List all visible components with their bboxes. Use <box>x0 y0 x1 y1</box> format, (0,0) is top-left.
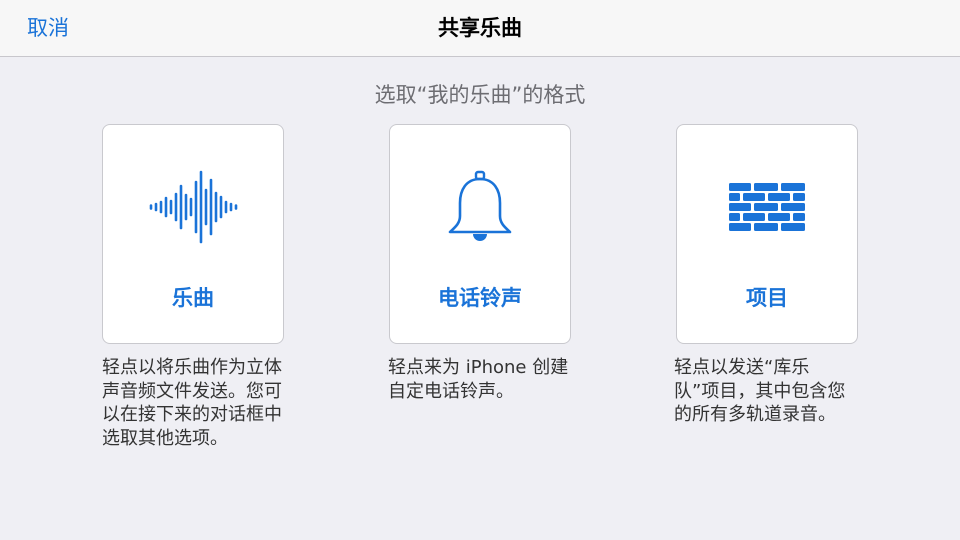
waveform-icon <box>149 170 238 244</box>
song-option-card[interactable]: 乐曲 <box>102 124 284 344</box>
ringtone-option-description: 轻点来为 iPhone 创建 自定电话铃声。 <box>388 356 568 403</box>
bell-icon <box>448 170 512 241</box>
brick-wall-icon <box>729 183 805 231</box>
description-line: 选取其他选项。 <box>102 427 228 449</box>
description-line: 轻点以发送“库乐 <box>674 357 810 378</box>
description-line: 的所有多轨道录音。 <box>674 404 836 425</box>
description-line: 自定电话铃声。 <box>388 380 514 402</box>
song-option-description: 轻点以将乐曲作为立体 声音频文件发送。您可 以在接下来的对话框中 选取其他选项。 <box>102 356 282 450</box>
song-option-label: 乐曲 <box>172 286 214 310</box>
project-option-description: 轻点以发送“库乐 队”项目，其中包含您 的所有多轨道录音。 <box>674 356 845 427</box>
format-prompt: 选取“我的乐曲”的格式 <box>374 83 586 107</box>
page-title: 共享乐曲 <box>438 16 522 40</box>
project-option-card[interactable]: 项目 <box>676 124 858 344</box>
description-line: 声音频文件发送。您可 <box>102 380 282 402</box>
description-line: 轻点以将乐曲作为立体 <box>102 357 282 378</box>
ringtone-option-card[interactable]: 电话铃声 <box>389 124 571 344</box>
share-song-screen: 取消 共享乐曲 选取“我的乐曲”的格式 乐曲 电话铃声 项目 轻点以将乐曲作为立… <box>0 0 960 540</box>
description-line: 队”项目，其中包含您 <box>674 380 846 402</box>
ringtone-option-label: 电话铃声 <box>438 286 522 310</box>
cancel-button[interactable]: 取消 <box>27 0 69 57</box>
description-line: 以在接下来的对话框中 <box>102 404 282 425</box>
description-line: 轻点来为 iPhone 创建 <box>388 357 569 378</box>
project-option-label: 项目 <box>746 286 788 310</box>
navigation-bar: 取消 共享乐曲 <box>0 0 960 57</box>
